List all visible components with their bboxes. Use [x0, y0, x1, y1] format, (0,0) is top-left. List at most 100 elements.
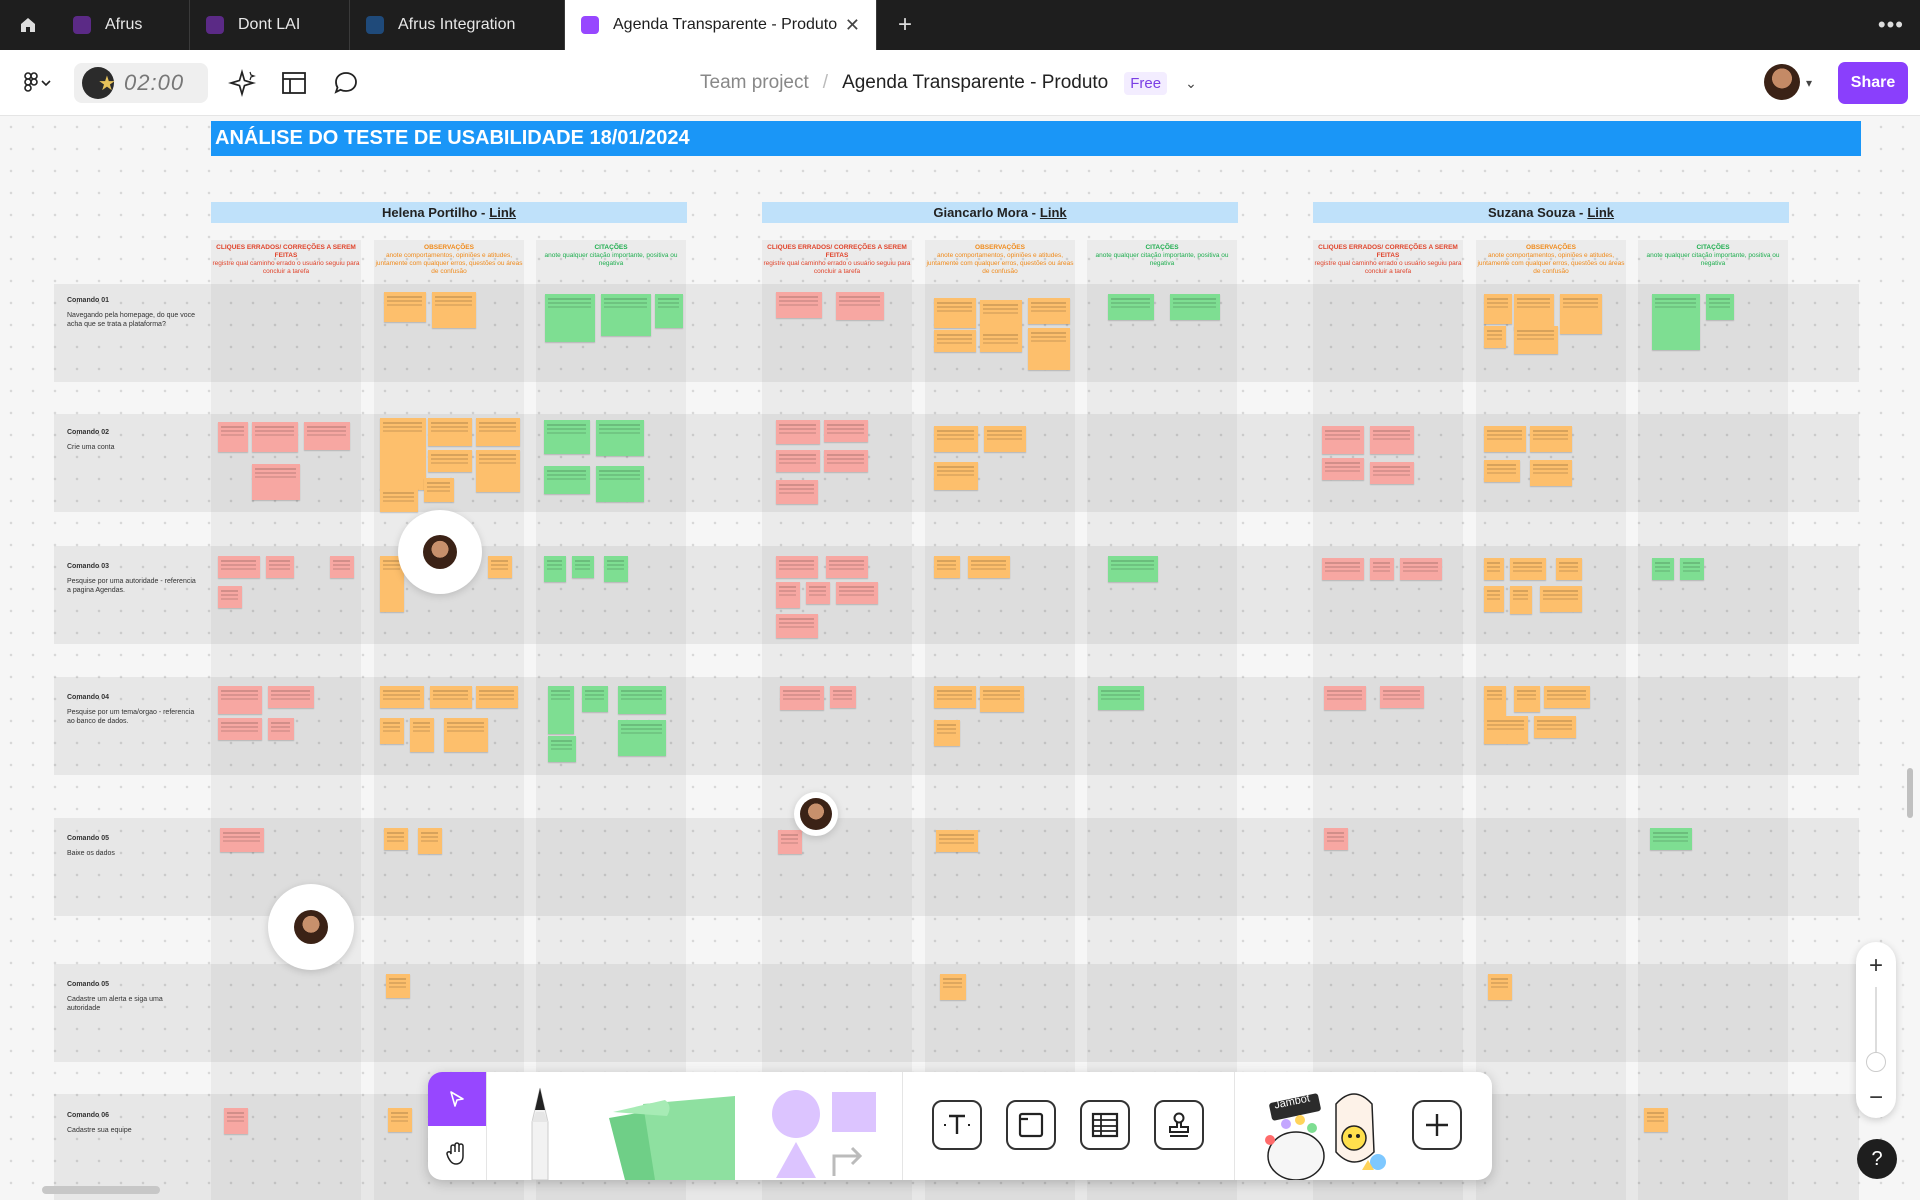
sticky-note[interactable]	[410, 718, 434, 752]
sticky-note[interactable]	[545, 294, 595, 342]
sticky-note[interactable]	[776, 292, 822, 318]
sticky-note[interactable]	[934, 330, 976, 352]
section-tool[interactable]	[1006, 1100, 1056, 1150]
more-tools-button[interactable]	[1412, 1100, 1462, 1150]
sticky-note[interactable]	[1170, 294, 1220, 320]
text-tool[interactable]	[932, 1100, 982, 1150]
sticky-note[interactable]	[776, 556, 818, 578]
participant-link[interactable]: Link	[1040, 205, 1067, 220]
sticky-note[interactable]	[934, 426, 978, 452]
avatar[interactable]	[1764, 64, 1800, 100]
sticky-note[interactable]	[934, 720, 960, 746]
sticky-note[interactable]	[655, 294, 683, 328]
timer-widget[interactable]: 02:00	[74, 63, 208, 103]
sticky-tool[interactable]	[603, 1092, 743, 1180]
sticky-note[interactable]	[544, 466, 590, 494]
sticky-note[interactable]	[1324, 828, 1348, 850]
tab-dont-lai[interactable]: Dont LAI	[190, 0, 350, 50]
sticky-note[interactable]	[218, 718, 262, 740]
stamp-tool[interactable]	[1154, 1100, 1204, 1150]
sticky-note[interactable]	[268, 686, 314, 708]
sticky-note[interactable]	[824, 450, 868, 472]
sticky-note[interactable]	[476, 450, 520, 492]
sticky-note[interactable]	[934, 298, 976, 328]
horizontal-scrollbar[interactable]	[42, 1186, 160, 1194]
sticky-note[interactable]	[268, 718, 294, 740]
sticky-note[interactable]	[1322, 558, 1364, 580]
widgets-tool[interactable]: Jambot	[1256, 1082, 1396, 1180]
tab-afrus-integration[interactable]: Afrus Integration	[350, 0, 565, 50]
sticky-note[interactable]	[418, 828, 442, 854]
sticky-note[interactable]	[836, 292, 884, 320]
sticky-note[interactable]	[1484, 586, 1504, 612]
sticky-note[interactable]	[934, 686, 976, 708]
participant-link[interactable]: Link	[489, 205, 516, 220]
sticky-note[interactable]	[218, 556, 260, 578]
sticky-note[interactable]	[980, 330, 1022, 352]
sticky-note[interactable]	[430, 686, 472, 708]
share-button[interactable]: Share	[1838, 62, 1908, 104]
sticky-note[interactable]	[544, 420, 590, 454]
sticky-note[interactable]	[1324, 686, 1366, 710]
participant-link[interactable]: Link	[1587, 205, 1614, 220]
sticky-note[interactable]	[780, 686, 824, 710]
sticky-note[interactable]	[1680, 558, 1704, 580]
sticky-note[interactable]	[1650, 828, 1692, 850]
zoom-out-button[interactable]: −	[1856, 1084, 1896, 1112]
sticky-note[interactable]	[380, 418, 426, 490]
sticky-note[interactable]	[380, 718, 404, 744]
marker-tool[interactable]	[520, 1086, 560, 1180]
sticky-note[interactable]	[1380, 686, 1424, 708]
sticky-note[interactable]	[384, 828, 408, 850]
sticky-note[interactable]	[1530, 426, 1572, 452]
tab-agenda-transparente[interactable]: Agenda Transparente - Produto ✕	[565, 0, 877, 50]
sticky-note[interactable]	[934, 556, 960, 578]
sticky-note[interactable]	[548, 686, 574, 734]
help-icon[interactable]: ?	[1857, 1139, 1897, 1179]
tab-afrus[interactable]: Afrus	[57, 0, 190, 50]
file-name[interactable]: Agenda Transparente - Produto	[842, 72, 1108, 94]
sticky-note[interactable]	[380, 488, 418, 512]
sticky-note[interactable]	[604, 556, 628, 582]
sticky-note[interactable]	[1556, 558, 1582, 580]
sticky-note[interactable]	[572, 556, 594, 578]
sticky-note[interactable]	[1028, 328, 1070, 370]
zoom-slider-thumb[interactable]	[1866, 1052, 1886, 1072]
sticky-note[interactable]	[776, 420, 820, 444]
sticky-note[interactable]	[601, 294, 651, 336]
home-button[interactable]	[0, 0, 56, 50]
new-tab-button[interactable]: +	[892, 0, 918, 50]
sticky-note[interactable]	[1510, 586, 1532, 614]
sticky-note[interactable]	[1108, 294, 1154, 320]
sticky-note[interactable]	[1028, 298, 1070, 324]
layout-button[interactable]	[276, 65, 312, 101]
table-tool[interactable]	[1080, 1100, 1130, 1150]
sticky-note[interactable]	[1652, 294, 1700, 350]
sticky-note[interactable]	[1484, 460, 1520, 482]
sticky-note[interactable]	[384, 292, 426, 322]
sticky-note[interactable]	[444, 718, 488, 752]
sticky-note[interactable]	[618, 720, 666, 756]
close-icon[interactable]: ✕	[845, 15, 860, 36]
board-canvas[interactable]: ANÁLISE DO TESTE DE USABILIDADE 18/01/20…	[0, 116, 1920, 1200]
chevron-down-icon[interactable]: ▾	[1806, 76, 1812, 90]
sticky-note[interactable]	[968, 556, 1010, 578]
sticky-note[interactable]	[778, 830, 802, 854]
sticky-note[interactable]	[1644, 1108, 1668, 1132]
sticky-note[interactable]	[432, 292, 476, 328]
more-icon[interactable]: •••	[1878, 0, 1904, 50]
sticky-note[interactable]	[380, 686, 424, 708]
sticky-note[interactable]	[1706, 294, 1734, 320]
sticky-note[interactable]	[940, 974, 966, 1000]
sticky-note[interactable]	[544, 556, 566, 582]
sticky-note[interactable]	[424, 478, 454, 502]
sticky-note[interactable]	[596, 420, 644, 456]
move-tool[interactable]	[428, 1072, 486, 1126]
sticky-note[interactable]	[1400, 558, 1442, 580]
sticky-note[interactable]	[548, 736, 576, 762]
sticky-note[interactable]	[934, 462, 978, 490]
sticky-note[interactable]	[1484, 426, 1526, 452]
sticky-note[interactable]	[1534, 716, 1576, 738]
sticky-note[interactable]	[1484, 686, 1506, 716]
chevron-down-icon[interactable]: ⌄	[1185, 75, 1197, 92]
